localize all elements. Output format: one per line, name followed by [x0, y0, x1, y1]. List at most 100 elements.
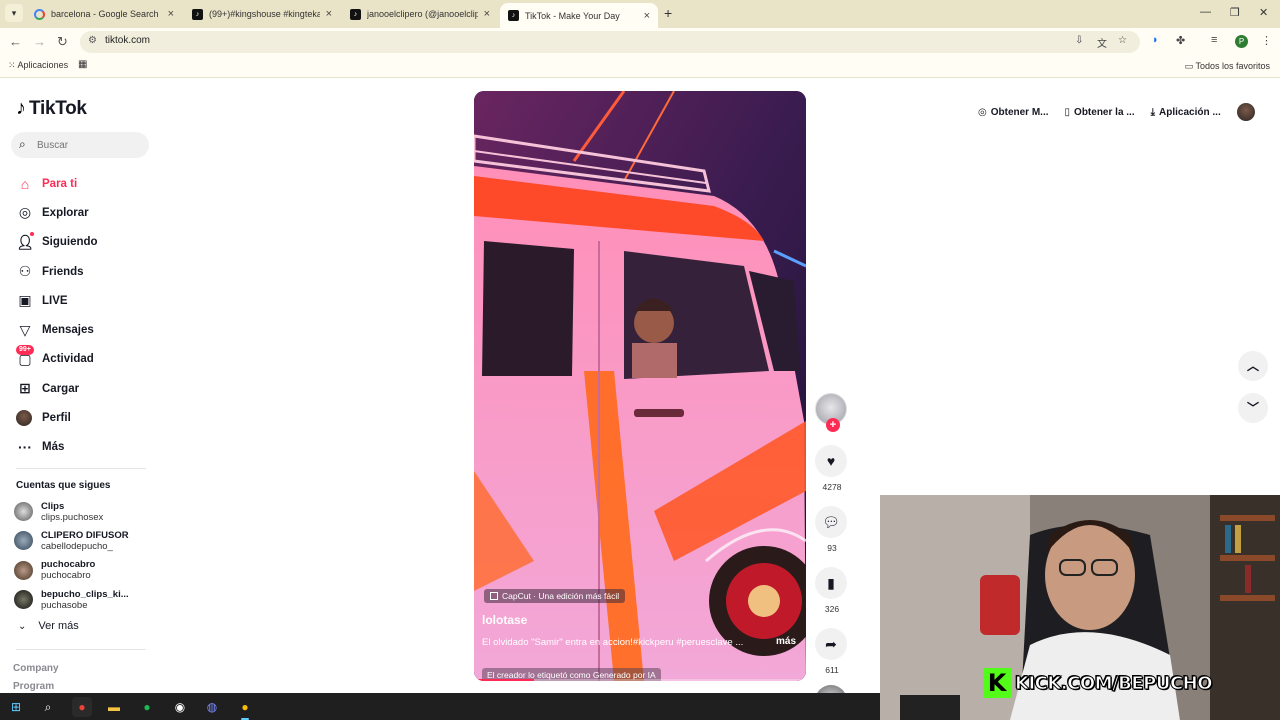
- address-bar[interactable]: ⚙ tiktok.com: [80, 31, 1140, 53]
- follow-plus-icon[interactable]: +: [826, 418, 840, 432]
- tiktok-logo[interactable]: ♪ TikTok: [16, 97, 87, 120]
- kick-logo-icon: K: [983, 668, 1011, 698]
- sidebar-divider: [16, 649, 146, 650]
- user-avatar[interactable]: [1236, 103, 1255, 121]
- chrome-active-icon[interactable]: ●: [235, 697, 255, 720]
- new-tab-button[interactable]: +: [664, 5, 672, 21]
- share-button[interactable]: ➦: [815, 628, 847, 660]
- desktop-app-button[interactable]: ⤓ Aplicación ...: [1151, 107, 1221, 118]
- previous-video-button[interactable]: ︿: [1238, 351, 1268, 381]
- following-account[interactable]: puchocabro puchocabro: [14, 556, 129, 585]
- grid-icon[interactable]: ▦: [78, 59, 87, 70]
- apps-bookmark[interactable]: ⁙ Aplicaciones: [8, 60, 68, 71]
- live-icon: ▣: [18, 292, 32, 309]
- chevron-down-icon: ⌄: [18, 620, 27, 632]
- browser-tab-active[interactable]: ♪ TikTok - Make Your Day ×: [500, 3, 658, 28]
- nav-item-explorar[interactable]: ◎ Explorar: [16, 198, 156, 227]
- account-avatar: [14, 531, 33, 551]
- following-list: Clips clips.puchosex CLIPERO DIFUSOR cab…: [14, 497, 129, 614]
- following-account[interactable]: CLIPERO DIFUSOR cabellodepucho_: [14, 526, 129, 555]
- following-account[interactable]: bepucho_clips_ki... puchasobe: [14, 585, 129, 614]
- save-button[interactable]: ▮: [815, 567, 847, 599]
- save-count: 326: [824, 604, 840, 614]
- video-caption: El olvidado "Samir" entra en accion!#kic…: [482, 637, 744, 648]
- top-right-actions: ◎ Obtener M... ▯ Obtener la ... ⤓ Aplica…: [978, 97, 1255, 127]
- reload-icon[interactable]: ↻: [57, 34, 68, 50]
- app-icon[interactable]: ◍: [202, 697, 222, 717]
- share-count: 611: [825, 665, 839, 675]
- windows-start-icon[interactable]: ⊞: [6, 697, 26, 717]
- search-box[interactable]: ⌕: [11, 132, 149, 158]
- install-app-icon[interactable]: ⇩: [1075, 35, 1083, 46]
- close-icon[interactable]: ×: [326, 8, 332, 20]
- spotify-icon[interactable]: ●: [137, 697, 157, 717]
- video-progress-bar[interactable]: [474, 679, 806, 681]
- nav-item-actividad[interactable]: ▢ 99+ Actividad: [16, 344, 156, 374]
- media-control-icon[interactable]: ≡: [1211, 34, 1217, 46]
- like-button[interactable]: ♥: [815, 445, 847, 477]
- caption-more-button[interactable]: más: [776, 636, 796, 647]
- tab-title: janooelclipero (@janooelclipero): [367, 9, 478, 19]
- see-more-button[interactable]: ⌄ Ver más: [18, 620, 79, 632]
- tab-search-button[interactable]: ▾: [5, 4, 23, 22]
- browser-tab[interactable]: barcelona - Google Search ×: [26, 3, 182, 25]
- capcut-icon: [490, 592, 498, 600]
- video-progress-fill: [474, 679, 534, 681]
- tiktok-note-icon: ♪: [16, 97, 26, 119]
- tiktok-icon: ♪: [350, 8, 361, 20]
- following-account[interactable]: Clips clips.puchosex: [14, 497, 129, 526]
- bookmark-star-icon[interactable]: ☆: [1118, 35, 1127, 46]
- extension-icon[interactable]: ◗: [1152, 34, 1159, 46]
- site-info-icon[interactable]: ⚙: [88, 35, 97, 46]
- menu-dots-icon[interactable]: ⋮: [1261, 34, 1272, 47]
- sidebar-nav: ⌂ Para ti ◎ Explorar 👤︎ Siguiendo ⚇ Frie…: [16, 169, 156, 462]
- nav-item-live[interactable]: ▣ LIVE: [16, 286, 156, 315]
- heart-icon: ♥: [826, 453, 836, 469]
- tab-title: (99+)#kingshouse #kingtekakio: [209, 9, 320, 19]
- forward-icon[interactable]: →: [33, 34, 46, 49]
- file-explorer-icon[interactable]: ▬: [104, 697, 124, 717]
- close-icon[interactable]: ×: [168, 8, 174, 20]
- profile-avatar-button[interactable]: P: [1235, 35, 1248, 48]
- like-count: 4278: [822, 482, 842, 492]
- back-icon[interactable]: ←: [9, 34, 22, 49]
- sidebar-divider: [16, 468, 146, 469]
- translate-icon[interactable]: 文: [1097, 35, 1107, 50]
- all-bookmarks-folder[interactable]: ▭ Todos los favoritos: [1185, 61, 1270, 72]
- messages-icon: ▽: [19, 321, 31, 338]
- capcut-tag[interactable]: CapCut · Una edición más fácil: [484, 589, 626, 603]
- nav-item-para-ti[interactable]: ⌂ Para ti: [16, 169, 156, 198]
- browser-tab[interactable]: ♪ (99+)#kingshouse #kingtekakio ×: [184, 3, 340, 25]
- next-video-button[interactable]: ﹀: [1238, 393, 1268, 423]
- browser-tab[interactable]: ♪ janooelclipero (@janooelclipero) ×: [342, 3, 498, 25]
- nav-item-siguiendo[interactable]: 👤︎ Siguiendo: [16, 228, 156, 257]
- obs-icon[interactable]: ◉: [170, 697, 190, 717]
- get-coins-button[interactable]: ◎ Obtener M...: [978, 107, 1049, 118]
- chrome-icon[interactable]: ●: [72, 697, 92, 717]
- following-title: Cuentas que sigues: [16, 480, 111, 491]
- video-player[interactable]: CapCut · Una edición más fácil lolotase …: [474, 91, 806, 681]
- nav-item-cargar[interactable]: ⊞ Cargar: [16, 374, 156, 403]
- close-icon[interactable]: ×: [644, 10, 650, 22]
- footer-link-program[interactable]: Program: [13, 681, 54, 692]
- extensions-puzzle-icon[interactable]: ✤: [1176, 34, 1185, 47]
- close-window-icon[interactable]: ✕: [1259, 6, 1268, 19]
- nav-item-perfil[interactable]: Perfil: [16, 403, 156, 432]
- nav-item-friends[interactable]: ⚇ Friends: [16, 257, 156, 286]
- restore-icon[interactable]: ❐: [1230, 6, 1240, 19]
- minimize-icon[interactable]: —: [1200, 6, 1211, 18]
- video-author[interactable]: lolotase: [482, 613, 527, 627]
- url-text[interactable]: tiktok.com: [105, 35, 150, 46]
- download-icon: ⤓: [1150, 106, 1156, 118]
- footer-link-company[interactable]: Company: [13, 663, 59, 674]
- close-icon[interactable]: ×: [484, 8, 490, 20]
- search-icon[interactable]: ⌕: [38, 697, 58, 717]
- nav-item-mensajes[interactable]: ▽ Mensajes: [16, 315, 156, 344]
- creator-avatar[interactable]: +: [815, 393, 847, 432]
- nav-item-mas[interactable]: ··· Más: [16, 433, 156, 462]
- search-input[interactable]: [37, 136, 137, 154]
- apps-grid-icon: ⁙: [8, 60, 18, 70]
- comment-button[interactable]: 💬︎: [815, 506, 847, 538]
- home-icon: ⌂: [20, 175, 30, 192]
- get-app-button[interactable]: ▯ Obtener la ...: [1065, 107, 1135, 118]
